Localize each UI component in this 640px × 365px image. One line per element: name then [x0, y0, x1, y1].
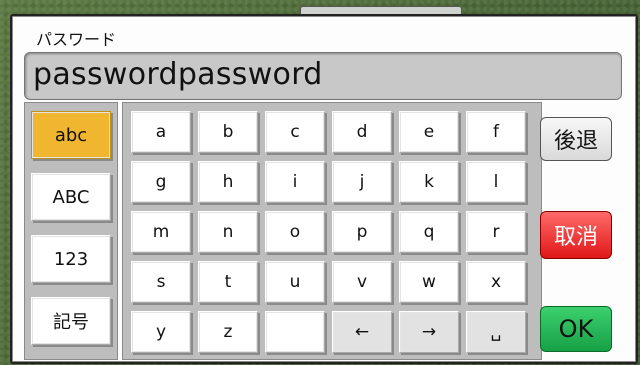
key-d[interactable]: d: [332, 111, 392, 153]
key-w[interactable]: w: [399, 261, 459, 303]
key-t[interactable]: t: [198, 261, 258, 303]
key-s[interactable]: s: [131, 261, 191, 303]
password-input[interactable]: passwordpassword: [24, 52, 622, 100]
key-k[interactable]: k: [399, 161, 459, 203]
cursor-left-key[interactable]: ←: [332, 311, 392, 353]
key-u[interactable]: u: [265, 261, 325, 303]
space-key[interactable]: ␣: [466, 311, 526, 353]
key-q[interactable]: q: [399, 211, 459, 253]
password-input-value: passwordpassword: [33, 57, 323, 92]
cancel-button[interactable]: 取消: [540, 211, 612, 259]
mode-lowercase-button[interactable]: abc: [31, 111, 111, 159]
key-a[interactable]: a: [131, 111, 191, 153]
key-r[interactable]: r: [466, 211, 526, 253]
key-x[interactable]: x: [466, 261, 526, 303]
mode-symbols-button[interactable]: 記号: [31, 297, 111, 345]
key-f[interactable]: f: [466, 111, 526, 153]
backspace-button[interactable]: 後退: [540, 117, 612, 161]
key-z[interactable]: z: [198, 311, 258, 353]
password-keyboard-dialog: パスワード passwordpassword abc ABC 123 記号 ab…: [10, 14, 638, 364]
key-e[interactable]: e: [399, 111, 459, 153]
dialog-title: パスワード: [36, 30, 117, 49]
cursor-right-key[interactable]: →: [399, 311, 459, 353]
key-g[interactable]: g: [131, 161, 191, 203]
key-b[interactable]: b: [198, 111, 258, 153]
mode-uppercase-button[interactable]: ABC: [31, 173, 111, 221]
key-j[interactable]: j: [332, 161, 392, 203]
ok-button[interactable]: OK: [540, 306, 612, 352]
key-c[interactable]: c: [265, 111, 325, 153]
key-p[interactable]: p: [332, 211, 392, 253]
key-n[interactable]: n: [198, 211, 258, 253]
key-o[interactable]: o: [265, 211, 325, 253]
key-i[interactable]: i: [265, 161, 325, 203]
key-l[interactable]: l: [466, 161, 526, 203]
blank-key[interactable]: [265, 311, 325, 353]
mode-numbers-button[interactable]: 123: [31, 235, 111, 283]
character-key-panel: a b c d e f g h i j k l m n o p q r s t u v w x y z ← → ␣: [122, 102, 542, 360]
key-v[interactable]: v: [332, 261, 392, 303]
key-h[interactable]: h: [198, 161, 258, 203]
key-y[interactable]: y: [131, 311, 191, 353]
key-m[interactable]: m: [131, 211, 191, 253]
input-mode-panel: abc ABC 123 記号: [24, 102, 118, 360]
